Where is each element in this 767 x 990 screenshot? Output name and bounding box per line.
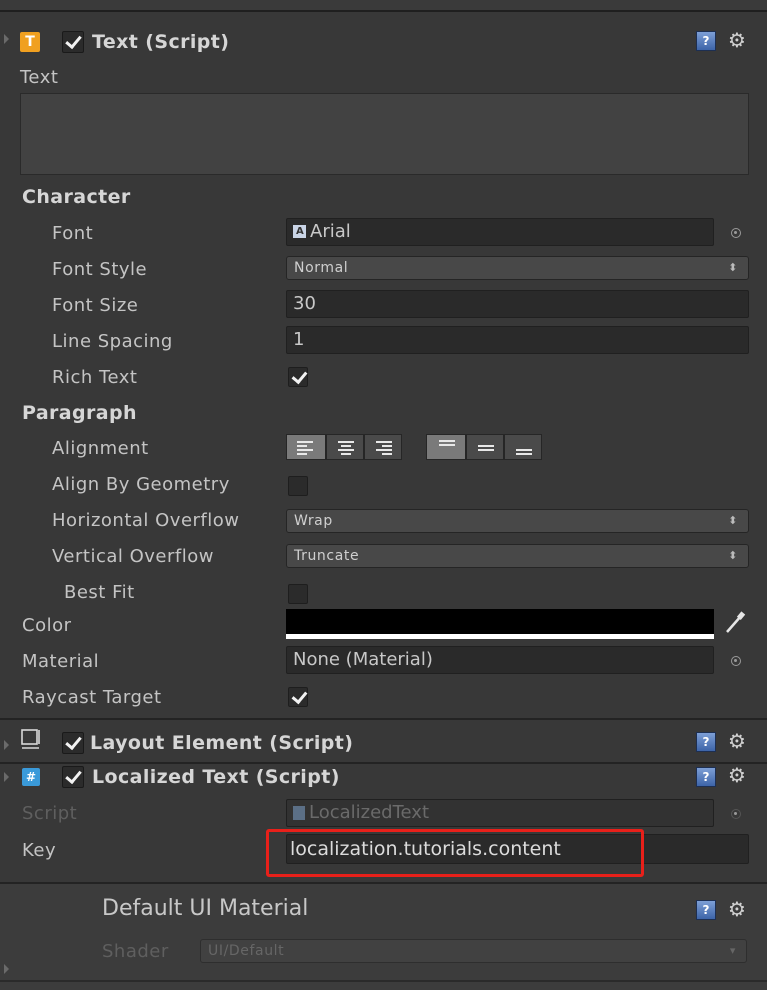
help-icon[interactable]: ? [696, 31, 716, 51]
horizontal-overflow-dropdown[interactable]: Wrap ⬍ [286, 509, 749, 533]
key-value: localization.tutorials.content [290, 838, 561, 860]
text-component-header[interactable]: T Text (Script) ? ⚙ [0, 12, 767, 64]
font-label: Font [52, 223, 94, 244]
gear-icon[interactable]: ⚙ [728, 731, 746, 751]
foldout-arrow-icon[interactable] [4, 740, 9, 750]
vertical-overflow-label: Vertical Overflow [52, 546, 214, 567]
font-style-value: Normal [294, 260, 349, 276]
align-left-button[interactable] [286, 434, 326, 460]
font-size-label: Font Size [52, 295, 139, 316]
foldout-arrow-icon[interactable] [4, 34, 9, 44]
object-picker-icon[interactable] [731, 228, 741, 238]
script-icon: # [22, 768, 40, 786]
object-picker-icon[interactable] [731, 656, 741, 666]
align-by-geometry-checkbox[interactable] [288, 476, 308, 496]
align-center-button[interactable] [326, 434, 364, 460]
script-field: LocalizedText [286, 799, 714, 827]
material-field[interactable]: None (Material) [286, 646, 714, 674]
eyedropper-icon[interactable] [723, 610, 747, 636]
layout-element-icon [20, 728, 40, 749]
best-fit-checkbox[interactable] [288, 584, 308, 604]
vertical-overflow-dropdown[interactable]: Truncate ⬍ [286, 544, 749, 568]
material-title: Default UI Material [102, 896, 309, 921]
vertical-overflow-value: Truncate [294, 548, 360, 564]
line-spacing-input[interactable]: 1 [286, 326, 749, 354]
font-style-label: Font Style [52, 259, 148, 280]
dropdown-arrow-icon: ▾ [729, 944, 736, 957]
paragraph-header: Paragraph [22, 402, 137, 424]
font-size-input[interactable]: 30 [286, 290, 749, 318]
material-section: Default UI Material ? ⚙ Shader UI/Defaul… [0, 884, 767, 990]
align-right-button[interactable] [364, 434, 402, 460]
align-bottom-button[interactable] [504, 434, 542, 460]
raycast-target-label: Raycast Target [22, 687, 162, 708]
raycast-target-checkbox[interactable] [288, 687, 308, 707]
font-asset-icon: A [293, 225, 306, 238]
object-picker-icon [731, 809, 741, 819]
font-field[interactable]: A Arial [286, 218, 714, 246]
key-label: Key [22, 840, 57, 861]
character-header: Character [22, 186, 131, 208]
alignment-label: Alignment [52, 438, 149, 459]
localized-text-header[interactable]: # Localized Text (Script) ? ⚙ [0, 764, 767, 794]
best-fit-label: Best Fit [64, 582, 135, 603]
dropdown-arrow-icon: ⬍ [728, 261, 738, 274]
color-swatch[interactable] [286, 609, 714, 639]
text-component-icon: T [20, 32, 40, 52]
shader-label: Shader [102, 941, 169, 962]
shader-dropdown: UI/Default ▾ [200, 939, 747, 963]
help-icon[interactable]: ? [696, 732, 716, 752]
script-value: LocalizedText [309, 802, 430, 823]
help-icon[interactable]: ? [696, 767, 716, 787]
gear-icon[interactable]: ⚙ [728, 899, 746, 919]
component-title: Localized Text (Script) [92, 766, 340, 788]
line-spacing-label: Line Spacing [52, 331, 173, 352]
foldout-arrow-icon[interactable] [4, 964, 9, 974]
foldout-arrow-icon[interactable] [4, 772, 9, 782]
bottom-separator [0, 980, 767, 982]
dropdown-arrow-icon: ⬍ [728, 549, 738, 562]
text-label: Text [20, 67, 59, 88]
gear-icon[interactable]: ⚙ [728, 765, 746, 785]
script-asset-icon [293, 806, 305, 820]
shader-value: UI/Default [208, 943, 285, 959]
dropdown-arrow-icon: ⬍ [728, 514, 738, 527]
gear-icon[interactable]: ⚙ [728, 30, 746, 50]
horizontal-overflow-value: Wrap [294, 513, 333, 529]
font-style-dropdown[interactable]: Normal ⬍ [286, 256, 749, 280]
layout-element-enabled-checkbox[interactable] [62, 732, 84, 754]
script-label: Script [22, 803, 78, 824]
color-label: Color [22, 615, 72, 636]
rich-text-label: Rich Text [52, 367, 138, 388]
cutoff-header [0, 0, 767, 12]
horizontal-overflow-label: Horizontal Overflow [52, 510, 240, 531]
text-area[interactable] [20, 93, 749, 175]
layout-element-header[interactable]: Layout Element (Script) ? ⚙ [0, 720, 767, 762]
component-title: Text (Script) [92, 31, 230, 53]
localized-text-enabled-checkbox[interactable] [62, 766, 84, 788]
font-value: Arial [310, 221, 351, 242]
align-top-button[interactable] [426, 434, 466, 460]
material-label: Material [22, 651, 100, 672]
align-by-geometry-label: Align By Geometry [52, 474, 230, 495]
component-title: Layout Element (Script) [90, 732, 354, 754]
align-middle-button[interactable] [466, 434, 504, 460]
rich-text-checkbox[interactable] [288, 367, 308, 387]
text-component-enabled-checkbox[interactable] [62, 31, 84, 53]
help-icon[interactable]: ? [696, 900, 716, 920]
